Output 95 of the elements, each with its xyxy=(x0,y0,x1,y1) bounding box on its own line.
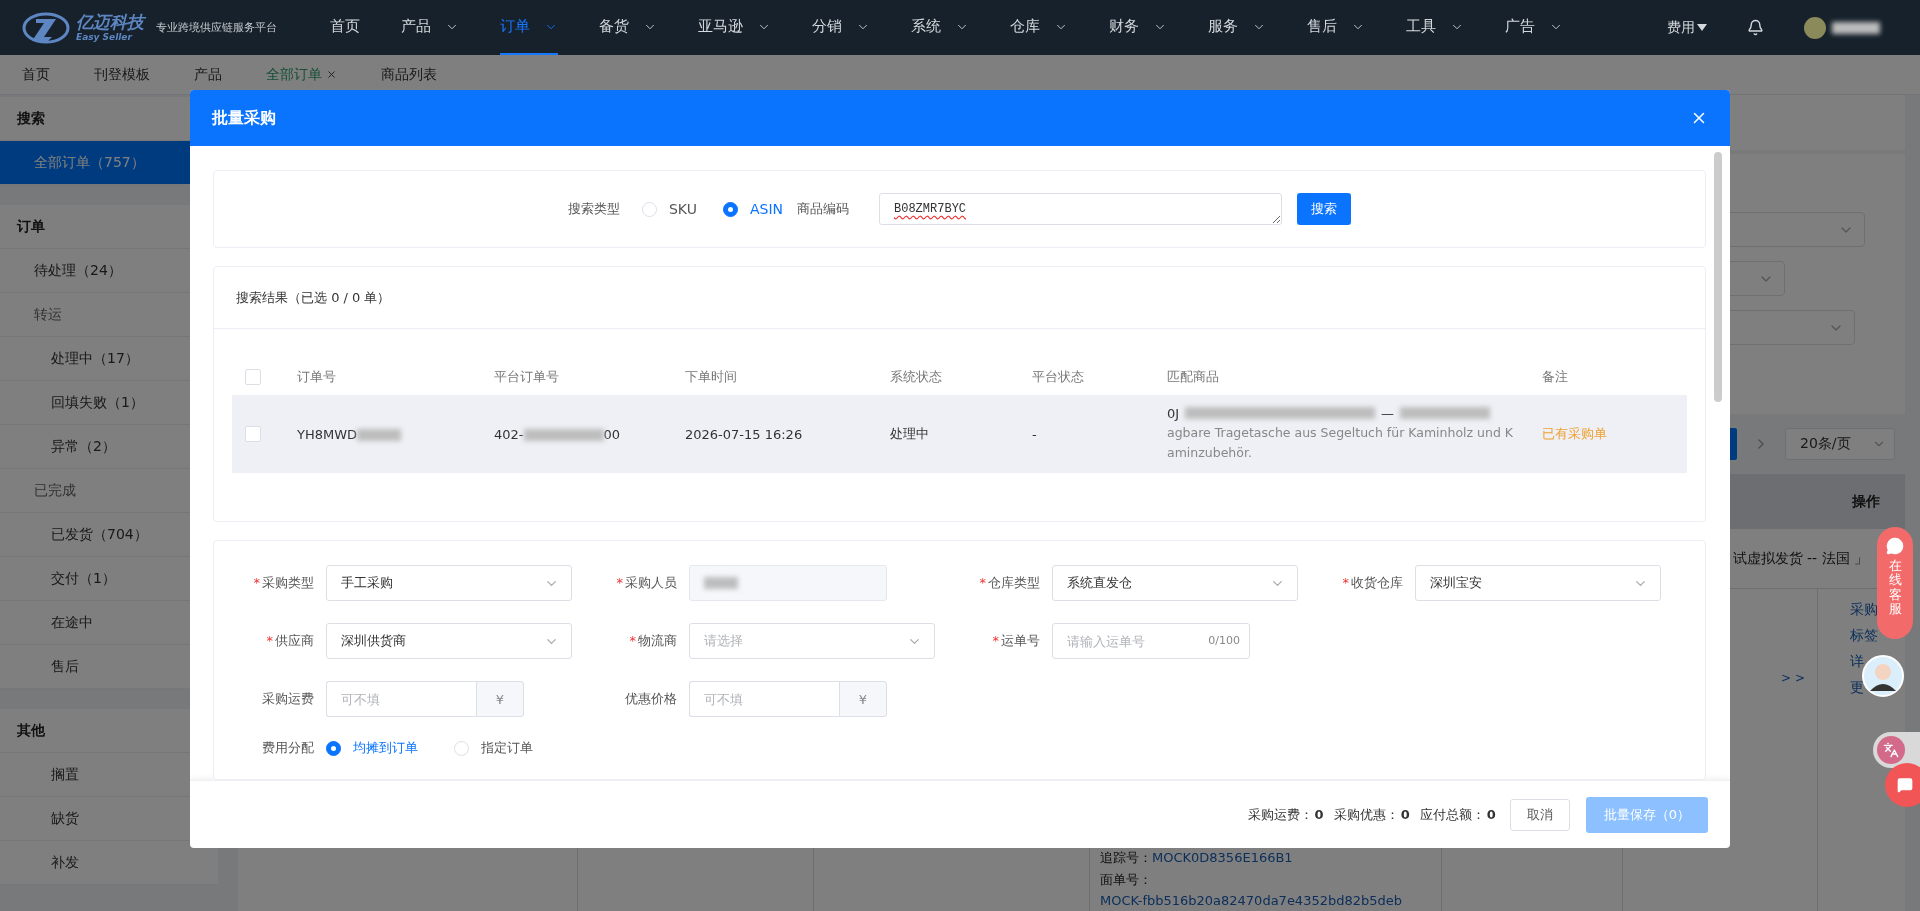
radio-option[interactable]: SKU xyxy=(642,201,697,217)
product-code: — xyxy=(1381,405,1395,421)
column-header: 订单号 xyxy=(296,368,337,386)
field-label: 搜索类型 xyxy=(568,200,620,218)
column-header: 平台订单号 xyxy=(493,368,560,386)
field-label: *物流商 xyxy=(628,632,677,650)
total-text: 采购优惠：0 xyxy=(1333,805,1410,824)
select-field[interactable]: 深圳供货商 xyxy=(326,623,572,659)
page-size-select[interactable]: 20条/页 xyxy=(1785,428,1895,460)
field-label: *运单号 xyxy=(991,632,1040,650)
field-label: *收货仓库 xyxy=(1341,574,1403,592)
currency-suffix: ¥ xyxy=(476,681,524,717)
field-label: *采购人员 xyxy=(615,574,677,592)
logo-icon xyxy=(22,10,70,45)
page-tab[interactable]: 刊登模板 xyxy=(72,65,172,84)
input-field[interactable]: 可不填 xyxy=(326,681,476,717)
radio-option[interactable]: 指定订单 xyxy=(454,739,533,757)
note-text: 已有采购单 xyxy=(1541,425,1608,443)
column-header: 备注 xyxy=(1541,368,1569,386)
table-cell: 00 xyxy=(603,426,621,442)
expand-link[interactable]: > > xyxy=(1781,671,1805,685)
close-icon[interactable] xyxy=(326,69,337,80)
nav-item[interactable]: 分销 xyxy=(812,0,870,55)
nav-item[interactable]: 首页 xyxy=(330,0,360,55)
table-cell-text: 处理中 xyxy=(889,425,930,443)
field-label: *仓库类型 xyxy=(978,574,1040,592)
nav-item[interactable]: 售后 xyxy=(1307,0,1365,55)
column-header: 系统状态 xyxy=(889,368,943,386)
page-tab[interactable]: 产品 xyxy=(172,65,244,84)
field-label: 费用分配 xyxy=(261,739,314,757)
product-title: agbare Tragetasche aus Segeltuch für Kaminholz und Kaminzubehör. xyxy=(1167,423,1515,462)
nav-item[interactable]: 工具 xyxy=(1406,0,1464,55)
blurred-text xyxy=(704,577,738,589)
radio-button[interactable] xyxy=(722,201,738,217)
total-text: 采购运费：0 xyxy=(1247,805,1324,824)
order-note: 试虚拟发货 -- 法国 」 xyxy=(1732,549,1868,568)
nav-item[interactable]: 亚马逊 xyxy=(698,0,771,55)
select-field[interactable]: 深圳宝安 xyxy=(1415,565,1661,601)
input-field[interactable]: 可不填 xyxy=(689,681,839,717)
nav-item[interactable]: 财务 xyxy=(1109,0,1167,55)
search-button[interactable]: 搜索 xyxy=(1297,193,1351,225)
field-label: 优惠价格 xyxy=(624,690,677,708)
radio-button[interactable] xyxy=(326,740,341,756)
checkbox[interactable] xyxy=(245,426,261,442)
logo-subtitle: Easy Seller xyxy=(76,32,134,42)
product-code: 0J xyxy=(1167,405,1180,421)
nav-item[interactable]: 系统 xyxy=(911,0,969,55)
table-cell-text: - xyxy=(1031,426,1038,442)
nav-item[interactable]: 服务 xyxy=(1208,0,1266,55)
currency-suffix: ¥ xyxy=(839,681,887,717)
online-service-button[interactable]: 在线客服 xyxy=(1877,527,1913,639)
column-header: 平台状态 xyxy=(1031,368,1085,386)
blurred-text xyxy=(1832,21,1880,34)
field-label: *供应商 xyxy=(265,632,314,650)
column-header: 下单时间 xyxy=(684,368,738,386)
table-cell: YH8MWD xyxy=(297,426,358,442)
slogan: 专业跨境供应链服务平台 xyxy=(156,20,277,35)
fee-menu[interactable]: 费用 xyxy=(1667,18,1707,37)
blurred-text xyxy=(357,429,402,441)
message-icon xyxy=(1897,777,1913,793)
page-tab[interactable]: 商品列表 xyxy=(359,65,459,84)
select-field[interactable]: 手工采购 xyxy=(326,565,572,601)
scrollbar[interactable] xyxy=(1714,152,1722,402)
select-field[interactable]: 系统直发仓 xyxy=(1052,565,1298,601)
table-cell-text: 2026-07-15 16:26 xyxy=(684,426,804,442)
translate-icon xyxy=(1883,742,1899,758)
field-label: 采购运费 xyxy=(261,690,314,708)
char-count: 0/100 xyxy=(1208,634,1240,647)
tracking-label: 面单号： xyxy=(1100,871,1153,889)
results-title: 搜索结果（已选 0 / 0 单） xyxy=(236,288,391,307)
logo-name: 亿迈科技 xyxy=(76,13,144,31)
checkbox[interactable] xyxy=(245,369,261,385)
page-tab[interactable]: 全部订单 xyxy=(244,65,359,84)
tracking-link[interactable]: MOCK-fbb516b20a82470da7e4352bd82b5deb xyxy=(1100,893,1441,908)
table-cell: 402- xyxy=(494,426,524,442)
field-label: 商品编码 xyxy=(797,200,849,218)
total-text: 应付总额：0 xyxy=(1419,805,1496,824)
tracking-text: 追踪号：MOCK0D8356E166B1 xyxy=(1100,849,1294,867)
column-header: 匹配商品 xyxy=(1166,368,1220,386)
nav-item[interactable]: 仓库 xyxy=(1010,0,1068,55)
cancel-button[interactable]: 取消 xyxy=(1509,798,1570,831)
nav-item[interactable]: 备货 xyxy=(599,0,657,55)
caret-icon xyxy=(1697,23,1707,32)
radio-option[interactable]: 均摊到订单 xyxy=(326,739,418,757)
code-field[interactable]: B08ZMR7BYC xyxy=(879,193,1282,225)
page-tab[interactable]: 首页 xyxy=(0,65,72,84)
column-header: 操作 xyxy=(1852,492,1880,511)
nav-item[interactable]: 产品 xyxy=(401,0,459,55)
field-label: *采购类型 xyxy=(252,574,314,592)
bell-icon[interactable] xyxy=(1747,19,1764,36)
assistant-avatar[interactable] xyxy=(1862,655,1904,697)
nav-item[interactable]: 广告 xyxy=(1505,0,1563,55)
chat-icon xyxy=(1886,537,1904,555)
user-avatar[interactable] xyxy=(1804,16,1826,39)
radio-option[interactable]: ASIN xyxy=(722,201,783,217)
